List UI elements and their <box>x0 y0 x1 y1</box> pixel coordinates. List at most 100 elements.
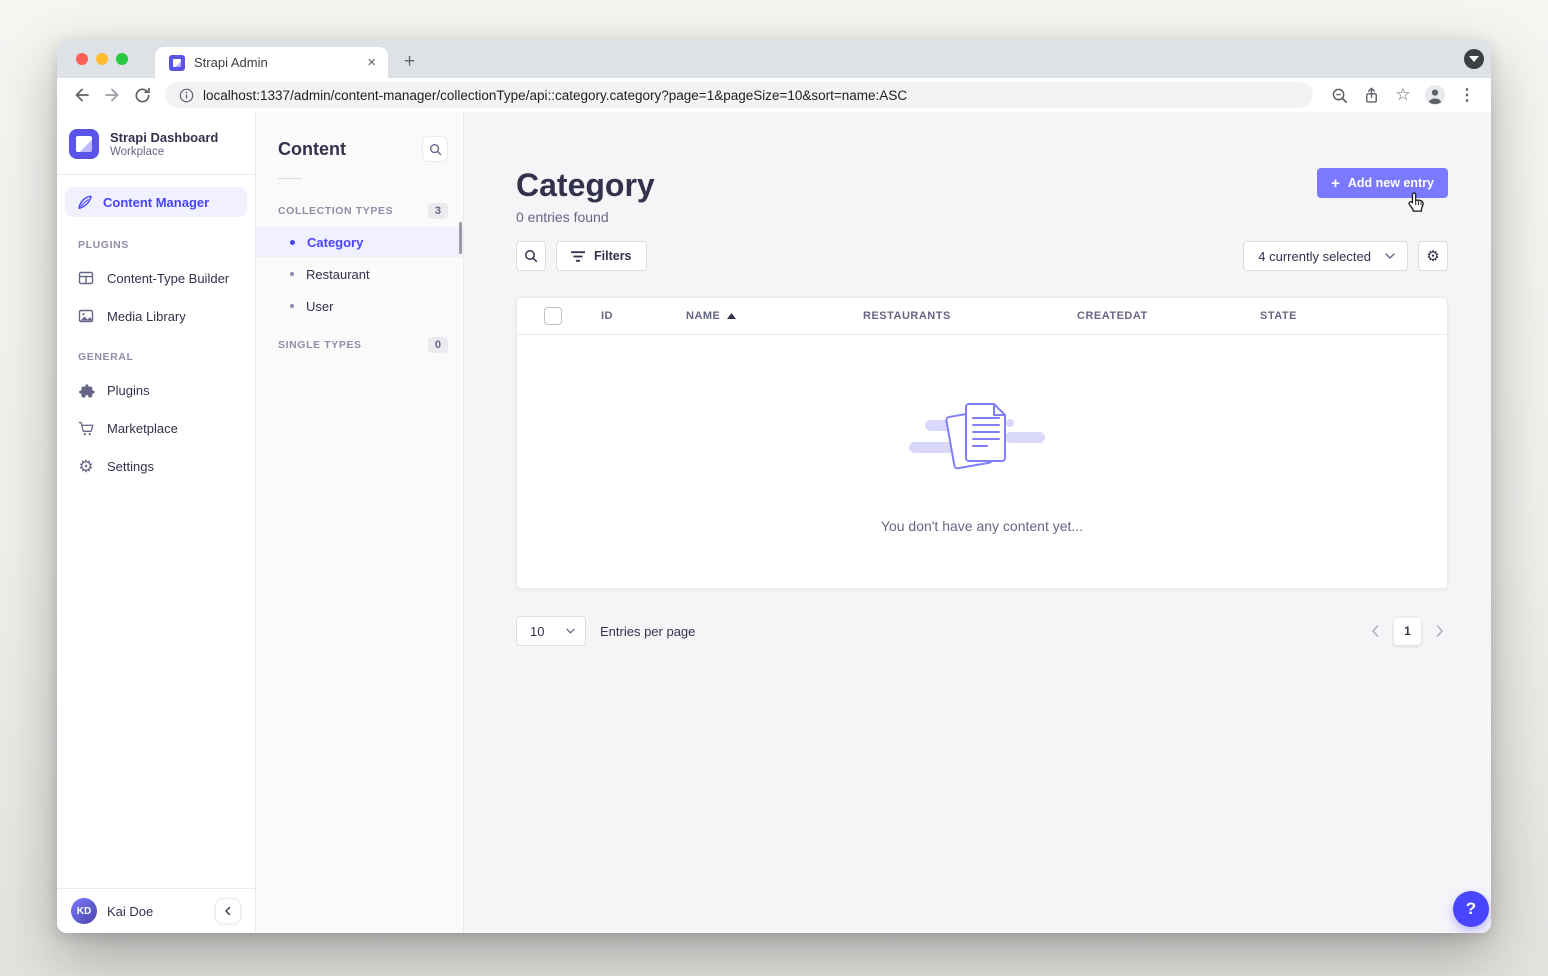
add-new-entry-button[interactable]: + Add new entry <box>1317 168 1448 198</box>
back-button[interactable] <box>69 82 95 108</box>
brand-title: Strapi Dashboard <box>110 130 218 145</box>
bullet-icon <box>290 272 294 276</box>
sidebar-collapse-button[interactable] <box>215 898 241 924</box>
sidebar-item-label: Marketplace <box>107 421 178 436</box>
subnav-item-label: User <box>306 299 333 314</box>
sidebar-item-content-type-builder[interactable]: Content-Type Builder <box>57 259 255 297</box>
browser-indicator-icon[interactable] <box>1464 49 1484 69</box>
sidebar-item-label: Plugins <box>107 383 150 398</box>
collection-types-header: COLLECTION TYPES 3 <box>256 203 463 219</box>
chevron-down-icon <box>566 628 575 634</box>
select-all-checkbox[interactable] <box>544 307 562 325</box>
subnav-item-category[interactable]: Category <box>256 227 463 257</box>
window-controls <box>76 53 128 65</box>
subnav-divider <box>278 178 302 179</box>
sidebar-item-content-manager[interactable]: Content Manager <box>65 187 247 217</box>
pagination-bar: 10 Entries per page 1 <box>516 616 1448 646</box>
filters-button[interactable]: Filters <box>556 241 647 271</box>
filter-toolbar: Filters 4 currently selected ⚙ <box>516 241 1448 271</box>
tab-title: Strapi Admin <box>194 55 365 70</box>
single-types-count-badge: 0 <box>428 337 448 353</box>
share-icon[interactable] <box>1357 81 1385 109</box>
image-icon <box>77 308 95 324</box>
page-title: Category <box>516 166 655 204</box>
sidebar-item-plugins[interactable]: Plugins <box>57 371 255 409</box>
subnav-item-restaurant[interactable]: Restaurant <box>256 259 463 289</box>
user-avatar[interactable]: KD <box>71 898 97 924</box>
window-zoom-button[interactable] <box>116 53 128 65</box>
browser-menu-icon[interactable]: ⋮ <box>1453 81 1481 109</box>
single-types-label: SINGLE TYPES <box>278 339 362 351</box>
page-number-button[interactable]: 1 <box>1394 618 1421 645</box>
search-icon <box>524 249 538 263</box>
view-settings-button[interactable]: ⚙ <box>1418 241 1448 271</box>
sidebar-item-label: Settings <box>107 459 154 474</box>
fields-selected-label: 4 currently selected <box>1258 249 1371 264</box>
subnav-item-label: Category <box>307 235 363 250</box>
column-header-state[interactable]: STATE <box>1246 310 1447 322</box>
column-header-restaurants[interactable]: RESTAURANTS <box>849 310 1063 322</box>
window-close-button[interactable] <box>76 53 88 65</box>
strapi-logo-icon <box>69 129 99 159</box>
main-sidebar: Strapi Dashboard Workplace Content Manag… <box>57 112 256 933</box>
sidebar-item-marketplace[interactable]: Marketplace <box>57 409 255 447</box>
sidebar-section-general: GENERAL <box>78 351 255 363</box>
bullet-icon <box>290 240 295 245</box>
subnav-item-user[interactable]: User <box>256 291 463 321</box>
layout-icon <box>77 270 95 286</box>
column-header-name[interactable]: NAME <box>672 310 849 322</box>
fields-selected-dropdown[interactable]: 4 currently selected <box>1243 241 1408 271</box>
page-size-select[interactable]: 10 <box>516 616 586 646</box>
browser-toolbar: localhost:1337/admin/content-manager/col… <box>57 78 1491 112</box>
user-name: Kai Doe <box>107 904 205 919</box>
sidebar-item-label: Content Manager <box>103 195 209 210</box>
url-text: localhost:1337/admin/content-manager/col… <box>203 88 907 103</box>
empty-state-text: You don't have any content yet... <box>881 518 1083 534</box>
sidebar-item-label: Media Library <box>107 309 186 324</box>
bookmark-star-icon[interactable]: ☆ <box>1389 81 1417 109</box>
profile-avatar-icon[interactable] <box>1421 81 1449 109</box>
browser-window: Strapi Admin × + localhost:1337/admin/co… <box>57 40 1491 933</box>
browser-tab[interactable]: Strapi Admin × <box>155 47 388 78</box>
subnav-title: Content <box>278 139 346 160</box>
chevron-left-icon <box>1371 625 1379 637</box>
subnav-search-button[interactable] <box>422 136 448 162</box>
zoom-out-icon[interactable] <box>1325 81 1353 109</box>
bullet-icon <box>290 304 294 308</box>
workspace-brand[interactable]: Strapi Dashboard Workplace <box>57 128 255 160</box>
sidebar-item-label: Content-Type Builder <box>107 271 229 286</box>
sidebar-item-media-library[interactable]: Media Library <box>57 297 255 335</box>
site-info-icon[interactable] <box>179 88 194 103</box>
filter-icon <box>571 251 585 262</box>
previous-page-button[interactable] <box>1367 623 1383 639</box>
tab-close-icon[interactable]: × <box>365 54 378 71</box>
empty-documents-illustration <box>907 390 1057 490</box>
edit-pen-icon <box>77 194 93 210</box>
empty-state: You don't have any content yet... <box>517 335 1447 588</box>
main-content: Category 0 entries found + Add new entry <box>464 112 1491 933</box>
forward-button[interactable] <box>99 82 125 108</box>
new-tab-button[interactable]: + <box>404 50 415 74</box>
next-page-button[interactable] <box>1432 623 1448 639</box>
subnav-scrollbar[interactable] <box>459 222 462 254</box>
sidebar-item-settings[interactable]: ⚙ Settings <box>57 447 255 485</box>
help-button[interactable]: ? <box>1453 891 1489 927</box>
address-bar[interactable]: localhost:1337/admin/content-manager/col… <box>165 82 1313 108</box>
window-minimize-button[interactable] <box>96 53 108 65</box>
table-search-button[interactable] <box>516 241 546 271</box>
collection-types-list: Category Restaurant User <box>256 227 463 321</box>
gear-icon: ⚙ <box>77 458 95 475</box>
column-header-createdat[interactable]: CREATEDAT <box>1063 310 1246 322</box>
gear-icon: ⚙ <box>1426 247 1439 265</box>
reload-button[interactable] <box>129 82 155 108</box>
sidebar-section-plugins: PLUGINS <box>78 239 255 251</box>
search-icon <box>429 143 442 156</box>
plus-icon: + <box>1331 176 1340 191</box>
chevron-right-icon <box>1436 625 1444 637</box>
page-header: Category 0 entries found + Add new entry <box>516 166 1448 225</box>
plugins-nav-list: Content-Type Builder Media Library <box>57 259 255 335</box>
single-types-header: SINGLE TYPES 0 <box>256 337 463 353</box>
sidebar-user-footer: KD Kai Doe <box>57 888 255 933</box>
column-header-id[interactable]: ID <box>587 310 672 322</box>
chevron-down-icon <box>1385 253 1395 259</box>
